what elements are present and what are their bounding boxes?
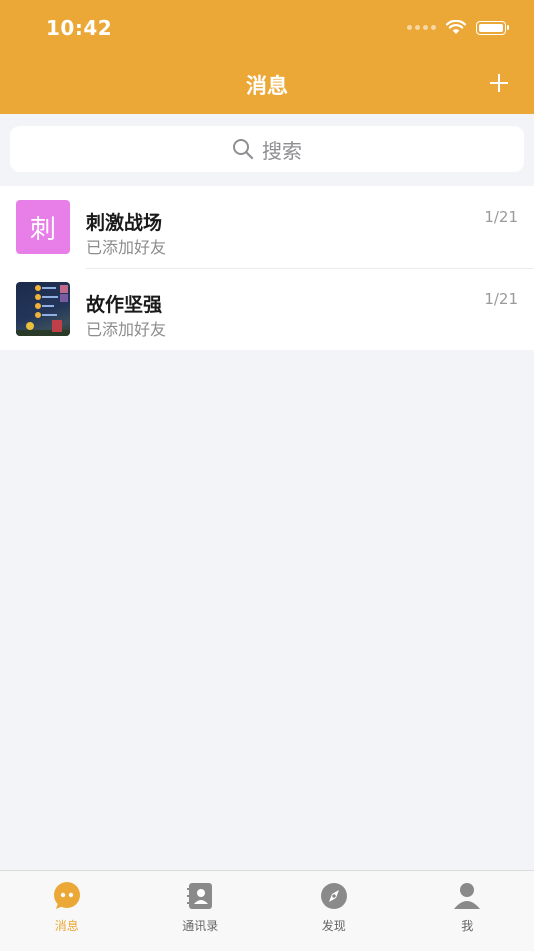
battery-icon <box>476 21 506 35</box>
avatar-letter: 刺 <box>30 209 56 246</box>
signal-icon <box>407 25 436 30</box>
tab-me[interactable]: 我 <box>401 871 534 951</box>
conversation-item[interactable]: 刺 刺激战场 已添加好友 1/21 <box>0 186 534 268</box>
search-icon <box>232 138 254 160</box>
tab-contacts[interactable]: 通讯录 <box>134 871 268 951</box>
status-time: 10:42 <box>46 16 112 40</box>
conversation-list: 刺 刺激战场 已添加好友 1/21 故作坚强 已添加好友 1/21 <box>0 186 534 350</box>
message-preview: 已添加好友 <box>86 316 166 340</box>
person-icon <box>452 881 482 911</box>
tab-label: 我 <box>401 917 534 934</box>
avatar <box>16 282 70 336</box>
message-date: 1/21 <box>484 290 518 308</box>
conversation-item[interactable]: 故作坚强 已添加好友 1/21 <box>0 268 534 350</box>
tab-label: 消息 <box>0 917 134 934</box>
tab-label: 发现 <box>267 917 401 934</box>
row-divider <box>86 268 534 269</box>
game-screenshot-image <box>16 282 70 336</box>
message-preview: 已添加好友 <box>86 234 166 258</box>
wifi-icon <box>446 20 466 35</box>
contact-name: 刺激战场 <box>86 208 162 235</box>
avatar: 刺 <box>16 200 70 254</box>
nav-header: 10:42 消息 <box>0 0 534 114</box>
tab-discover[interactable]: 发现 <box>267 871 401 951</box>
message-date: 1/21 <box>484 208 518 226</box>
contact-name: 故作坚强 <box>86 290 162 317</box>
tab-messages[interactable]: 消息 <box>0 871 134 951</box>
compass-icon <box>319 881 349 911</box>
search-placeholder: 搜索 <box>262 135 302 164</box>
tab-label: 通讯录 <box>134 917 268 934</box>
status-indicators <box>407 20 506 35</box>
plus-icon[interactable] <box>488 72 510 94</box>
chat-bubble-icon <box>52 881 82 911</box>
search-bar[interactable]: 搜索 <box>10 126 524 172</box>
page-title: 消息 <box>0 70 534 100</box>
tab-bar: 消息 通讯录 发现 我 <box>0 870 534 951</box>
contacts-book-icon <box>185 881 215 911</box>
